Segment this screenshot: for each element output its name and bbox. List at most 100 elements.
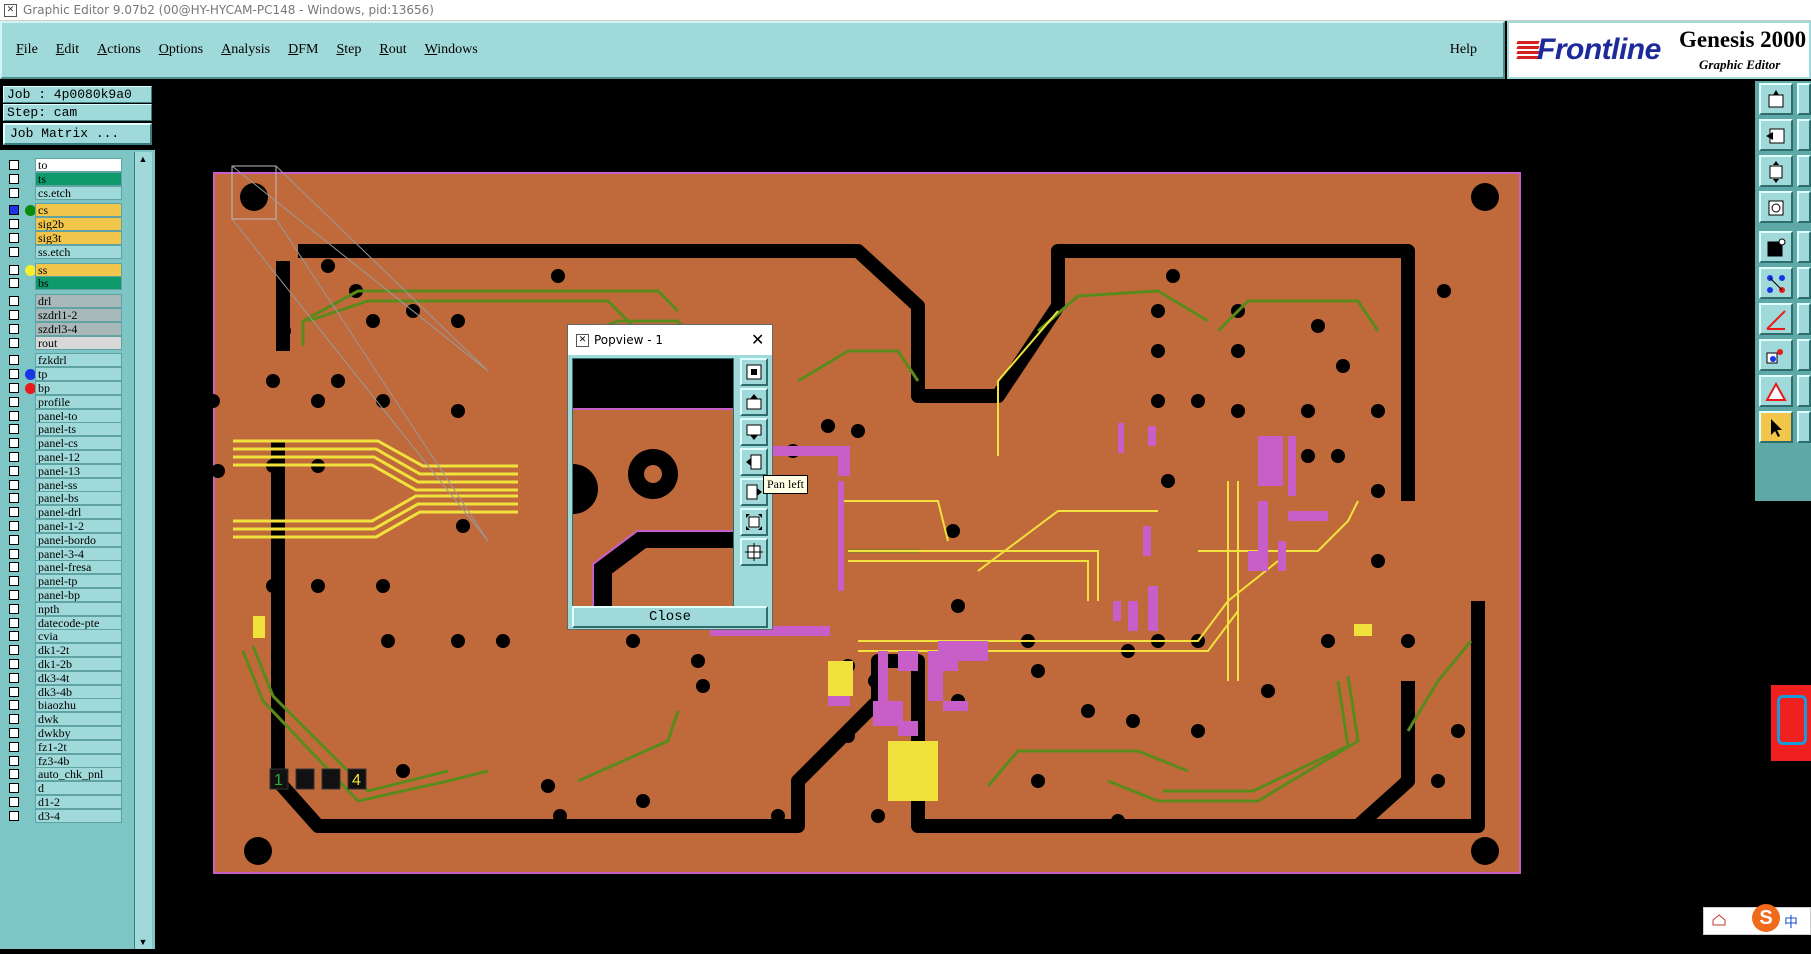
- graphic-canvas[interactable]: 1 4: [158, 81, 1753, 949]
- layer-checkbox[interactable]: [9, 337, 19, 348]
- layer-row-datecode-pte[interactable]: datecode-pte: [6, 615, 122, 630]
- layer-name[interactable]: panel-bs: [35, 491, 122, 506]
- layer-row-biaozhu[interactable]: biaozhu: [6, 698, 122, 713]
- layer-checkbox[interactable]: [9, 534, 19, 545]
- layer-row-to[interactable]: to: [6, 158, 122, 172]
- tool-select-button[interactable]: [1759, 231, 1793, 263]
- layer-row-sig2b[interactable]: sig2b: [6, 217, 122, 232]
- tool-layers-button[interactable]: [1759, 339, 1793, 371]
- popview-canvas[interactable]: [572, 358, 734, 610]
- layer-row-ss.etch[interactable]: ss.etch: [6, 244, 122, 259]
- tool-side-7[interactable]: [1797, 303, 1811, 335]
- layer-name[interactable]: cvia: [35, 629, 122, 644]
- layer-row-fz1-2t[interactable]: fz1-2t: [6, 739, 122, 754]
- layer-name[interactable]: panel-ss: [35, 477, 122, 492]
- layer-row-dk1-2b[interactable]: dk1-2b: [6, 657, 122, 671]
- layer-checkbox[interactable]: [9, 246, 19, 257]
- layer-name[interactable]: dwkby: [35, 726, 122, 740]
- layer-checkbox[interactable]: [9, 728, 19, 738]
- menu-windows[interactable]: Windows: [425, 42, 478, 58]
- layer-row-cs.etch[interactable]: cs.etch: [6, 185, 122, 200]
- tool-side-1[interactable]: [1797, 83, 1811, 115]
- layer-row-profile[interactable]: profile: [6, 394, 122, 409]
- tool-net-button[interactable]: [1759, 267, 1793, 299]
- layer-name[interactable]: panel-bordo: [35, 532, 122, 547]
- layer-row-panel-12[interactable]: panel-12: [6, 450, 122, 464]
- layer-row-panel-fresa[interactable]: panel-fresa: [6, 560, 122, 575]
- layer-checkbox[interactable]: [9, 205, 19, 216]
- layer-row-ss[interactable]: ss: [6, 262, 122, 277]
- layer-row-tp[interactable]: tp: [6, 367, 122, 382]
- layer-name[interactable]: biaozhu: [35, 698, 122, 713]
- menu-help[interactable]: Help: [1450, 42, 1477, 58]
- layer-name[interactable]: to: [35, 158, 122, 172]
- layer-checkbox[interactable]: [9, 493, 19, 504]
- layer-name[interactable]: panel-1-2: [35, 519, 122, 533]
- layer-name[interactable]: datecode-pte: [35, 615, 122, 630]
- layer-name[interactable]: bs: [35, 276, 122, 291]
- layer-name[interactable]: panel-fresa: [35, 560, 122, 575]
- layer-name[interactable]: cs.etch: [35, 185, 122, 200]
- layer-checkbox[interactable]: [9, 233, 19, 243]
- layer-name[interactable]: drl: [35, 294, 122, 309]
- layer-checkbox[interactable]: [9, 562, 19, 573]
- tool-side-10[interactable]: [1797, 411, 1811, 443]
- layer-name[interactable]: d3-4: [35, 808, 122, 823]
- layer-scrollbar[interactable]: ▲ ▼: [134, 152, 152, 949]
- layer-row-auto_chk_pnl[interactable]: auto_chk_pnl: [6, 767, 122, 782]
- menu-step[interactable]: Step: [336, 42, 361, 58]
- layer-checkbox[interactable]: [9, 755, 19, 766]
- layer-checkbox[interactable]: [9, 810, 19, 821]
- tool-side-5[interactable]: [1797, 231, 1811, 263]
- layer-row-dk3-4b[interactable]: dk3-4b: [6, 684, 122, 699]
- layer-checkbox[interactable]: [9, 396, 19, 407]
- layer-checkbox[interactable]: [9, 264, 19, 275]
- layer-checkbox[interactable]: [9, 438, 19, 449]
- layer-name[interactable]: panel-3-4: [35, 546, 122, 561]
- layer-row-panel-cs[interactable]: panel-cs: [6, 436, 122, 451]
- layer-name[interactable]: auto_chk_pnl: [35, 767, 122, 782]
- ime-language[interactable]: 中: [1784, 912, 1798, 932]
- layer-checkbox[interactable]: [9, 700, 19, 711]
- layer-row-fz3-4b[interactable]: fz3-4b: [6, 753, 122, 768]
- layer-name[interactable]: tp: [35, 367, 122, 382]
- layer-checkbox[interactable]: [9, 323, 19, 334]
- layer-checkbox[interactable]: [9, 383, 19, 393]
- layer-name[interactable]: sig3t: [35, 231, 122, 245]
- layer-row-d3-4[interactable]: d3-4: [6, 808, 122, 823]
- layer-checkbox[interactable]: [9, 548, 19, 559]
- tool-measure-button[interactable]: [1759, 303, 1793, 335]
- layer-checkbox[interactable]: [9, 631, 19, 642]
- close-icon[interactable]: ✕: [751, 330, 764, 349]
- menu-analysis[interactable]: Analysis: [221, 42, 270, 58]
- layer-name[interactable]: dk3-4b: [35, 684, 122, 699]
- layer-checkbox[interactable]: [9, 452, 19, 462]
- layer-checkbox[interactable]: [9, 187, 19, 198]
- tool-side-2[interactable]: [1797, 119, 1811, 151]
- layer-checkbox[interactable]: [9, 160, 19, 170]
- layer-name[interactable]: panel-12: [35, 450, 122, 464]
- layer-name[interactable]: dk3-4t: [35, 670, 122, 685]
- tool-pan-left-button[interactable]: [1759, 119, 1793, 151]
- tool-zoom-up-button[interactable]: [1759, 83, 1793, 115]
- layer-row-panel-tp[interactable]: panel-tp: [6, 574, 122, 589]
- layer-row-dk3-4t[interactable]: dk3-4t: [6, 670, 122, 685]
- layer-name[interactable]: panel-tp: [35, 574, 122, 589]
- layer-name[interactable]: dwk: [35, 712, 122, 727]
- layer-checkbox[interactable]: [9, 741, 19, 752]
- layer-checkbox[interactable]: [9, 603, 19, 614]
- tool-triangle-button[interactable]: [1759, 375, 1793, 407]
- job-matrix-button[interactable]: Job Matrix ...: [3, 123, 152, 145]
- layer-row-dwk[interactable]: dwk: [6, 712, 122, 727]
- layer-row-panel-bs[interactable]: panel-bs: [6, 491, 122, 506]
- layer-row-panel-to[interactable]: panel-to: [6, 408, 122, 423]
- layer-name[interactable]: panel-to: [35, 408, 122, 423]
- layer-checkbox[interactable]: [9, 479, 19, 490]
- tool-pointer-button[interactable]: [1759, 411, 1793, 443]
- popview-titlebar[interactable]: ✕ Popview - 1 ✕: [568, 325, 772, 355]
- layer-row-drl[interactable]: drl: [6, 294, 122, 309]
- layer-row-panel-bordo[interactable]: panel-bordo: [6, 532, 122, 547]
- popview-close-button[interactable]: Close: [572, 606, 768, 628]
- layer-row-d[interactable]: d: [6, 781, 122, 796]
- layer-row-bs[interactable]: bs: [6, 276, 122, 291]
